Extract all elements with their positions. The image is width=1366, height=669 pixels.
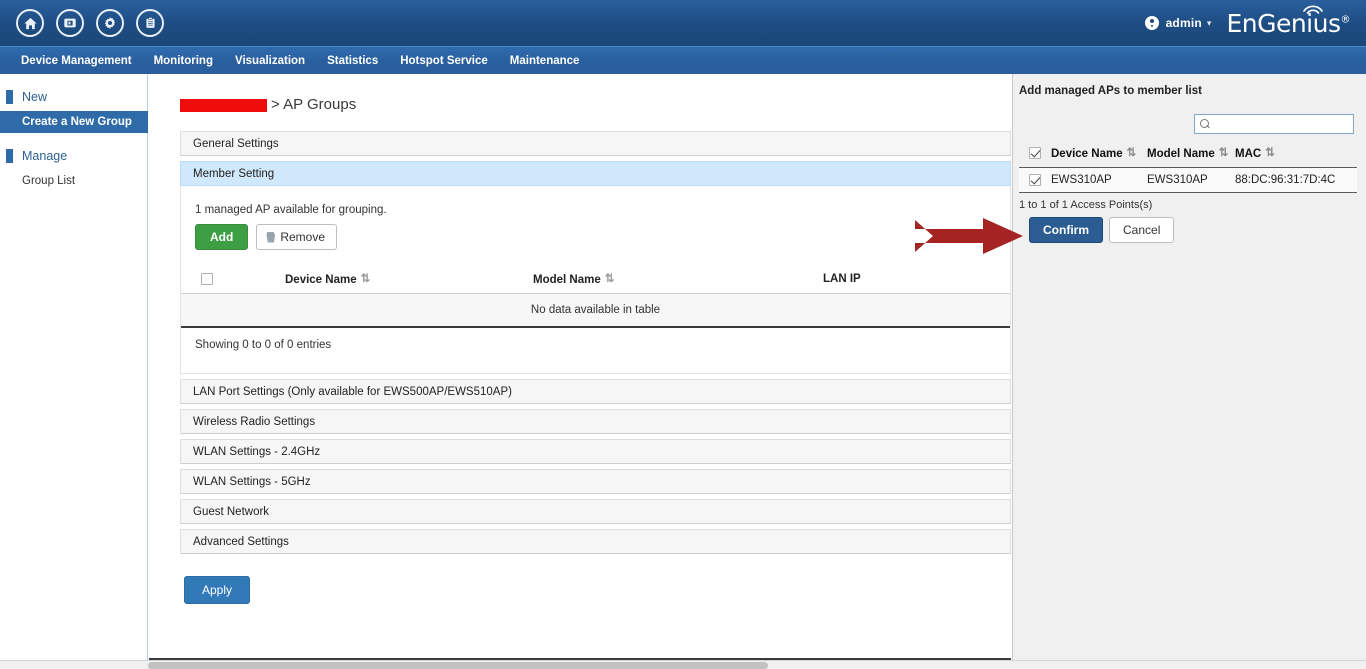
add-button[interactable]: Add xyxy=(195,224,248,250)
sort-icon[interactable]: ⇅ xyxy=(1265,145,1272,159)
top-brand-bar: admin ▾ EnGenius® xyxy=(0,0,1366,46)
available-aps-header-row: Device Name ⇅ Model Name ⇅ MAC ⇅ xyxy=(1019,142,1357,168)
user-menu[interactable]: admin ▾ EnGenius® xyxy=(1145,9,1366,38)
available-aps-text: 1 managed AP available for grouping. xyxy=(181,204,1010,216)
row-checkbox[interactable] xyxy=(1029,174,1041,186)
available-col-model-name-label: Model Name xyxy=(1147,148,1215,160)
accordion-header-wlan-settings-24ghz[interactable]: WLAN Settings - 2.4GHz xyxy=(180,439,1011,464)
available-col-mac[interactable]: MAC ⇅ xyxy=(1235,142,1357,168)
available-aps-count: 1 to 1 of 1 Access Points(s) xyxy=(1013,193,1366,211)
chevron-down-icon[interactable]: ▾ xyxy=(1207,18,1212,29)
sidebar-item-create-a-new-group[interactable]: Create a New Group xyxy=(0,111,148,133)
row-model-name: EWS310AP xyxy=(1147,168,1235,193)
settings-accordion: General Settings Member Setting 1 manage… xyxy=(180,131,1011,554)
confirm-button[interactable]: Confirm xyxy=(1029,217,1103,243)
row-mac: 88:DC:96:31:7D:4C xyxy=(1235,168,1357,193)
gear-icon[interactable] xyxy=(96,9,124,37)
breadcrumb-redacted-segment xyxy=(180,99,267,112)
breadcrumb-current-page: > AP Groups xyxy=(271,96,356,113)
panel-action-buttons: Confirm Cancel xyxy=(1013,211,1366,243)
add-aps-panel-title: Add managed APs to member list xyxy=(1013,74,1366,97)
search-input[interactable] xyxy=(1214,118,1352,130)
accordion-header-wlan-settings-5ghz[interactable]: WLAN Settings - 5GHz xyxy=(180,469,1011,494)
member-col-model-name[interactable]: Model Name ⇅ xyxy=(533,266,823,294)
select-all-checkbox[interactable] xyxy=(201,273,213,285)
accordion-header-general-settings[interactable]: General Settings xyxy=(180,131,1011,156)
sort-icon[interactable]: ⇅ xyxy=(361,271,368,285)
member-showing-entries: Showing 0 to 0 of 0 entries xyxy=(181,328,1010,373)
user-avatar-icon xyxy=(1145,16,1159,30)
available-aps-table: Device Name ⇅ Model Name ⇅ MAC ⇅ EWS310AP E… xyxy=(1019,142,1357,193)
sidebar-group-manage: Manage xyxy=(0,142,147,170)
top-icon-group xyxy=(0,9,164,37)
member-action-buttons: Add Remove xyxy=(181,216,1010,250)
horizontal-scrollbar[interactable] xyxy=(0,660,1366,669)
wifi-arc-icon xyxy=(1302,2,1324,14)
main-navigation: Device Management Monitoring Visualizati… xyxy=(0,46,1366,74)
available-col-model-name[interactable]: Model Name ⇅ xyxy=(1147,142,1235,168)
member-table: Device Name ⇅ Model Name ⇅ LAN IP No data … xyxy=(181,266,1010,328)
accordion-header-lan-port-settings[interactable]: LAN Port Settings (Only available for EW… xyxy=(180,379,1011,404)
remove-button[interactable]: Remove xyxy=(256,224,337,250)
remove-button-label: Remove xyxy=(280,230,325,244)
left-sidebar: New Create a New Group Manage Group List xyxy=(0,74,148,669)
member-col-device-name-label: Device Name xyxy=(285,274,357,286)
sort-icon[interactable]: ⇅ xyxy=(1219,145,1226,159)
device-icon[interactable] xyxy=(56,9,84,37)
member-table-header-row: Device Name ⇅ Model Name ⇅ LAN IP xyxy=(181,266,1010,294)
available-select-all-header[interactable] xyxy=(1019,142,1051,168)
member-col-lan-ip[interactable]: LAN IP xyxy=(823,266,1010,294)
search-icon xyxy=(1200,119,1211,130)
row-checkbox-cell[interactable] xyxy=(1019,168,1051,193)
main-content: > AP Groups General Settings Member Sett… xyxy=(149,74,1011,663)
add-aps-panel: Add managed APs to member list Device Na… xyxy=(1012,74,1366,669)
sidebar-group-label-new: New xyxy=(22,90,47,104)
member-col-lan-ip-label: LAN IP xyxy=(823,273,861,285)
brand-logo: EnGenius® xyxy=(1226,9,1350,38)
sort-icon[interactable]: ⇅ xyxy=(605,271,612,285)
row-device-name: EWS310AP xyxy=(1051,168,1147,193)
home-icon[interactable] xyxy=(16,9,44,37)
apply-button[interactable]: Apply xyxy=(184,576,250,604)
nav-item-monitoring[interactable]: Monitoring xyxy=(143,47,224,75)
sidebar-item-group-list[interactable]: Group List xyxy=(0,170,147,192)
nav-item-visualization[interactable]: Visualization xyxy=(224,47,316,75)
accordion-header-member-setting[interactable]: Member Setting xyxy=(180,161,1011,186)
clipboard-icon[interactable] xyxy=(136,9,164,37)
sidebar-group-new: New xyxy=(0,83,147,111)
brand-registered-mark: ® xyxy=(1341,14,1351,25)
bullet-icon xyxy=(6,90,13,104)
sort-icon[interactable]: ⇅ xyxy=(1127,145,1134,159)
accordion-header-wireless-radio-settings[interactable]: Wireless Radio Settings xyxy=(180,409,1011,434)
accordion-header-advanced-settings[interactable]: Advanced Settings xyxy=(180,529,1011,554)
member-col-device-name[interactable]: Device Name ⇅ xyxy=(233,266,533,294)
nav-item-statistics[interactable]: Statistics xyxy=(316,47,389,75)
available-col-device-name-label: Device Name xyxy=(1051,148,1123,160)
member-table-empty-row: No data available in table xyxy=(181,294,1010,328)
nav-item-hotspot-service[interactable]: Hotspot Service xyxy=(389,47,499,75)
cancel-button[interactable]: Cancel xyxy=(1109,217,1174,243)
member-col-model-name-label: Model Name xyxy=(533,274,601,286)
bullet-icon xyxy=(6,149,13,163)
member-select-all-header[interactable] xyxy=(181,266,233,294)
select-all-checkbox[interactable] xyxy=(1029,147,1041,159)
user-name-label: admin xyxy=(1166,16,1202,30)
member-table-empty-text: No data available in table xyxy=(181,294,1010,328)
available-col-mac-label: MAC xyxy=(1235,148,1261,160)
horizontal-scrollbar-thumb[interactable] xyxy=(148,662,768,669)
available-col-device-name[interactable]: Device Name ⇅ xyxy=(1051,142,1147,168)
trash-icon xyxy=(266,232,275,243)
breadcrumb: > AP Groups xyxy=(149,74,1011,113)
accordion-header-guest-network[interactable]: Guest Network xyxy=(180,499,1011,524)
nav-item-device-management[interactable]: Device Management xyxy=(14,47,143,75)
nav-item-maintenance[interactable]: Maintenance xyxy=(499,47,591,75)
sidebar-group-label-manage: Manage xyxy=(22,149,67,163)
table-row[interactable]: EWS310AP EWS310AP 88:DC:96:31:7D:4C xyxy=(1019,168,1357,193)
search-row xyxy=(1013,97,1366,134)
accordion-body-member-setting: 1 managed AP available for grouping. Add… xyxy=(180,186,1011,374)
search-box[interactable] xyxy=(1194,114,1354,134)
